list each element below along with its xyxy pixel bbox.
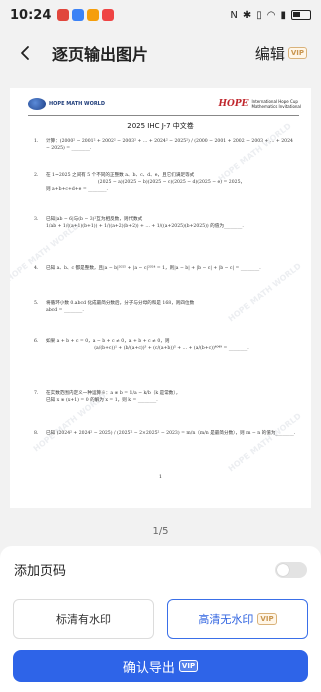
logo-text: HOPE MATH WORLD [49,101,106,107]
problem-item: 4. 已知 a、b、c 都是整数，且|a − b|²⁰²⁵ + |a − c|²… [34,266,261,271]
watermark: HOPE MATH WORLD [10,221,81,284]
battery-icon [291,10,311,20]
document-page-number: 1 [158,474,163,480]
hd-no-watermark-option[interactable]: 高清无水印 VIP [167,599,308,639]
header-divider [28,115,299,116]
hd-option-label: 高清无水印 [198,613,254,626]
page-indicator: 1/5 [152,526,169,537]
cup-logo: HOPE International Hope Cup Mathematics … [219,99,301,109]
document-preview[interactable]: HOPE MATH WORLD HOPE MATH WORLD HOPE MAT… [10,88,311,508]
status-time: 10:24 [10,7,52,23]
globe-logo-icon [28,98,46,110]
document-title: 2025 IHC J-7 中文卷 [127,122,194,130]
toggle-knob [277,563,289,576]
status-right: N ✱ ▯ ◠ ▮ [230,10,311,21]
watermark: HOPE MATH WORLD [226,411,303,474]
document-header: HOPE MATH WORLD HOPE International Hope … [28,96,301,112]
problem-item: 1. 计算：(2000² − 2001² + 2002² − 2003² + …… [34,139,293,151]
add-page-number-toggle[interactable] [275,561,307,578]
confirm-export-button[interactable]: 确认导出 VIP [13,650,308,682]
status-bar: 10:24 N ✱ ▯ ◠ ▮ [0,0,321,30]
problem-item: 6. 如果 a + b + c = 0，a − b + c ≠ 0，a + b … [34,339,249,351]
page-title: 逐页输出图片 [52,45,149,64]
notification-icons [57,9,115,21]
add-page-number-row: 添加页码 [14,560,307,579]
edit-label: 编辑 [254,44,285,63]
vibrate-icon: ▯ [256,9,262,21]
edit-button[interactable]: 编辑 VIP [255,43,307,64]
vip-badge: VIP [178,660,199,672]
problem-item: 7. 在实数范围内定义一种运算※：a ※ b = 1/a − k/b（k 是常数… [34,391,181,403]
bluetooth-icon: ✱ [242,9,252,21]
back-button[interactable] [14,42,36,64]
nfc-icon: N [230,9,238,21]
cup-logo-mark: HOPE [218,99,249,109]
app-notification-icon [87,9,100,21]
problem-item: 5. 将循环小数 0.abcd 化成最简分数后，分子与分母的和是 168，则四位… [34,301,195,313]
chevron-left-icon [21,46,29,60]
cup-logo-text: International Hope Cup Mathematics Invit… [251,99,302,109]
nav-bar: 逐页输出图片 编辑 VIP [0,34,321,72]
problem-item: 3. 已知|ab − 6|与(b − 3)²互为相反数，则代数式 1/ab + … [34,217,244,229]
problem-item: 2. 在 1~2025 之间有 5 个不同的正整数 a、b、c、d、e，且它们满… [34,173,246,192]
app-notification-icon [72,9,85,21]
signal-icon: ▮ [280,9,286,21]
wifi-icon: ◠ [266,9,276,21]
vip-badge: VIP [287,47,307,59]
add-page-number-label: 添加页码 [14,564,67,579]
standard-watermark-option[interactable]: 标清有水印 [13,599,154,639]
problem-item: 8. 已知 (2024² + 2024² − 2025) / (2025² − … [34,431,296,436]
export-options-sheet: 添加页码 标清有水印 高清无水印 VIP 确认导出 VIP [0,546,321,692]
standard-option-label: 标清有水印 [56,613,111,626]
vip-badge: VIP [257,613,277,625]
confirm-export-label: 确认导出 [122,660,175,676]
app-notification-icon [57,9,70,21]
app-notification-icon [102,9,115,21]
